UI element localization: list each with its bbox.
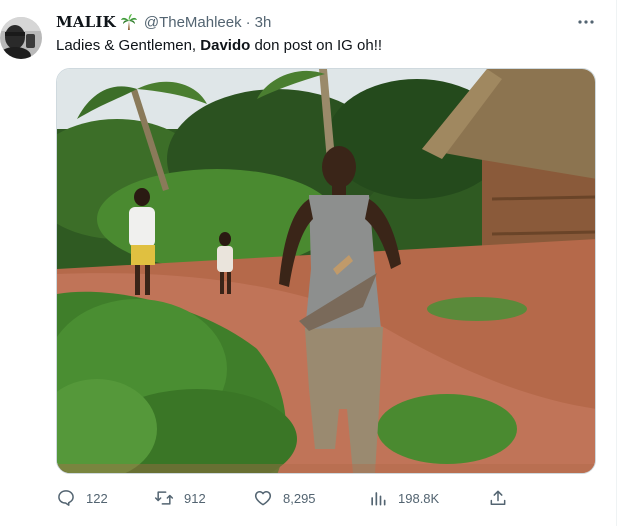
- retweet-icon[interactable]: [154, 488, 174, 508]
- tweet-actions: 122 912 8,295 198.8K: [56, 486, 526, 510]
- display-name[interactable]: MALIK: [56, 13, 116, 31]
- reply-icon[interactable]: [56, 488, 76, 508]
- separator: ·: [245, 13, 251, 31]
- retweet-count: 912: [184, 490, 206, 506]
- palm-tree-icon: [120, 13, 138, 31]
- like-count: 8,295: [283, 490, 316, 506]
- tweet-text-post: don post on IG oh!!: [250, 37, 383, 54]
- views-count: 198.8K: [398, 490, 440, 506]
- reply-count: 122: [86, 490, 108, 506]
- reply-action[interactable]: 122: [56, 486, 108, 510]
- column-border: [616, 0, 617, 526]
- share-icon[interactable]: [488, 488, 508, 508]
- tweet-text-bold: Davido: [200, 37, 251, 54]
- views-action[interactable]: 198.8K: [368, 486, 439, 510]
- tweet-text-pre: Ladies & Gentlemen,: [56, 37, 201, 54]
- like-action[interactable]: 8,295: [253, 486, 316, 510]
- share-action[interactable]: [488, 486, 508, 510]
- tweet-header: MALIK @TheMahleek · 3h: [56, 12, 271, 32]
- user-handle[interactable]: @TheMahleek: [144, 14, 242, 31]
- tweet-text: Ladies & Gentlemen, Davido don post on I…: [56, 36, 382, 56]
- avatar[interactable]: [0, 10, 42, 62]
- more-icon[interactable]: [574, 12, 598, 32]
- views-icon[interactable]: [368, 488, 388, 508]
- like-icon[interactable]: [253, 488, 273, 508]
- timestamp[interactable]: 3h: [255, 14, 272, 31]
- tweet-photo[interactable]: [56, 68, 596, 474]
- tweet[interactable]: MALIK @TheMahleek · 3h Ladies & Gentleme…: [0, 0, 616, 526]
- retweet-action[interactable]: 912: [154, 486, 206, 510]
